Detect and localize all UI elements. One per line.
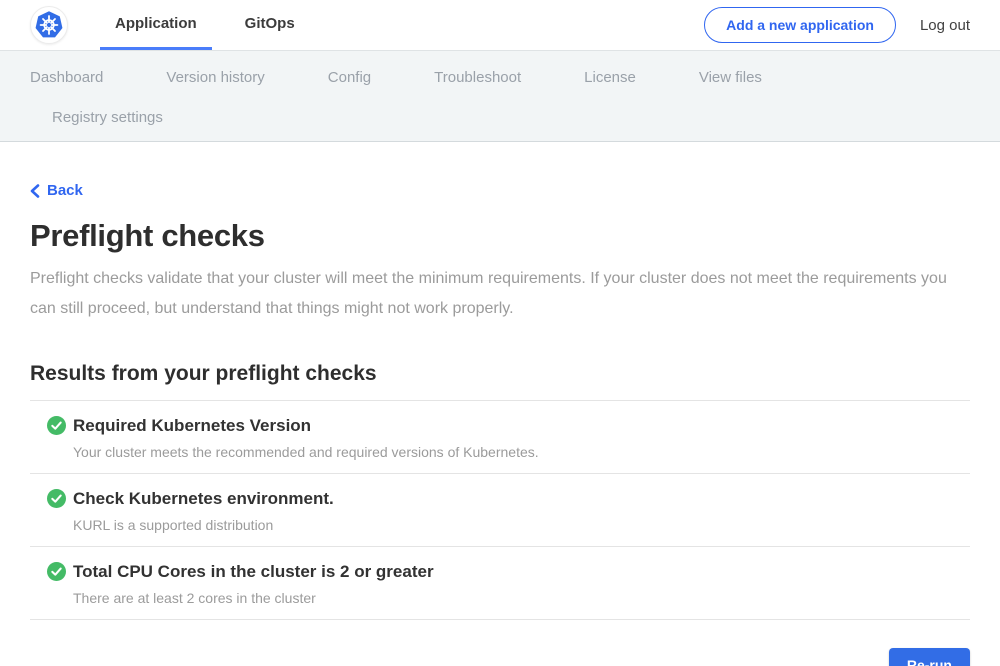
back-link[interactable]: Back bbox=[30, 182, 83, 199]
back-link-label: Back bbox=[47, 182, 83, 199]
tab-gitops[interactable]: GitOps bbox=[230, 0, 310, 50]
subnav-item[interactable]: Config bbox=[328, 69, 371, 86]
subnav-item[interactable]: License bbox=[584, 69, 636, 86]
chevron-left-icon bbox=[30, 184, 40, 198]
preflight-page: Back Preflight checks Preflight checks v… bbox=[0, 142, 1000, 666]
subnav-item[interactable]: Troubleshoot bbox=[434, 69, 521, 86]
tab-application-label: Application bbox=[115, 15, 197, 32]
page-description: Preflight checks validate that your clus… bbox=[30, 264, 970, 324]
preflight-check-row: Total CPU Cores in the cluster is 2 or g… bbox=[30, 546, 970, 619]
subnav-item[interactable]: Registry settings bbox=[52, 109, 163, 126]
subnav-item[interactable]: View files bbox=[699, 69, 762, 86]
check-title: Check Kubernetes environment. bbox=[73, 488, 334, 509]
kubernetes-logo bbox=[30, 6, 68, 44]
rerun-button[interactable]: Re-run bbox=[889, 648, 970, 666]
footer-actions: Re-run bbox=[30, 648, 970, 666]
add-new-application-button[interactable]: Add a new application bbox=[704, 7, 896, 43]
logout-link[interactable]: Log out bbox=[920, 17, 970, 34]
check-success-icon bbox=[47, 416, 66, 435]
check-title: Total CPU Cores in the cluster is 2 or g… bbox=[73, 561, 434, 582]
app-level-tabs: Application GitOps bbox=[100, 0, 328, 50]
page-title: Preflight checks bbox=[30, 218, 970, 254]
results-heading: Results from your preflight checks bbox=[30, 362, 970, 386]
tab-gitops-label: GitOps bbox=[245, 15, 295, 32]
subnav-row-2: Registry settings bbox=[30, 101, 970, 133]
tab-application[interactable]: Application bbox=[100, 0, 212, 50]
preflight-check-row: Required Kubernetes Version Your cluster… bbox=[30, 400, 970, 473]
preflight-results-list: Required Kubernetes Version Your cluster… bbox=[30, 400, 970, 620]
subnav-item[interactable]: Dashboard bbox=[30, 69, 103, 86]
app-subnav: Dashboard Version history Config Trouble… bbox=[0, 51, 1000, 142]
check-success-icon bbox=[47, 489, 66, 508]
subnav-row-1: Dashboard Version history Config Trouble… bbox=[30, 61, 970, 93]
subnav-item[interactable]: Version history bbox=[166, 69, 264, 86]
check-description: Your cluster meets the recommended and r… bbox=[73, 444, 539, 460]
check-description: KURL is a supported distribution bbox=[73, 517, 334, 533]
check-title: Required Kubernetes Version bbox=[73, 415, 539, 436]
top-nav: Application GitOps Add a new application… bbox=[0, 0, 1000, 51]
check-success-icon bbox=[47, 562, 66, 581]
preflight-check-row: Check Kubernetes environment. KURL is a … bbox=[30, 473, 970, 546]
check-description: There are at least 2 cores in the cluste… bbox=[73, 590, 434, 606]
